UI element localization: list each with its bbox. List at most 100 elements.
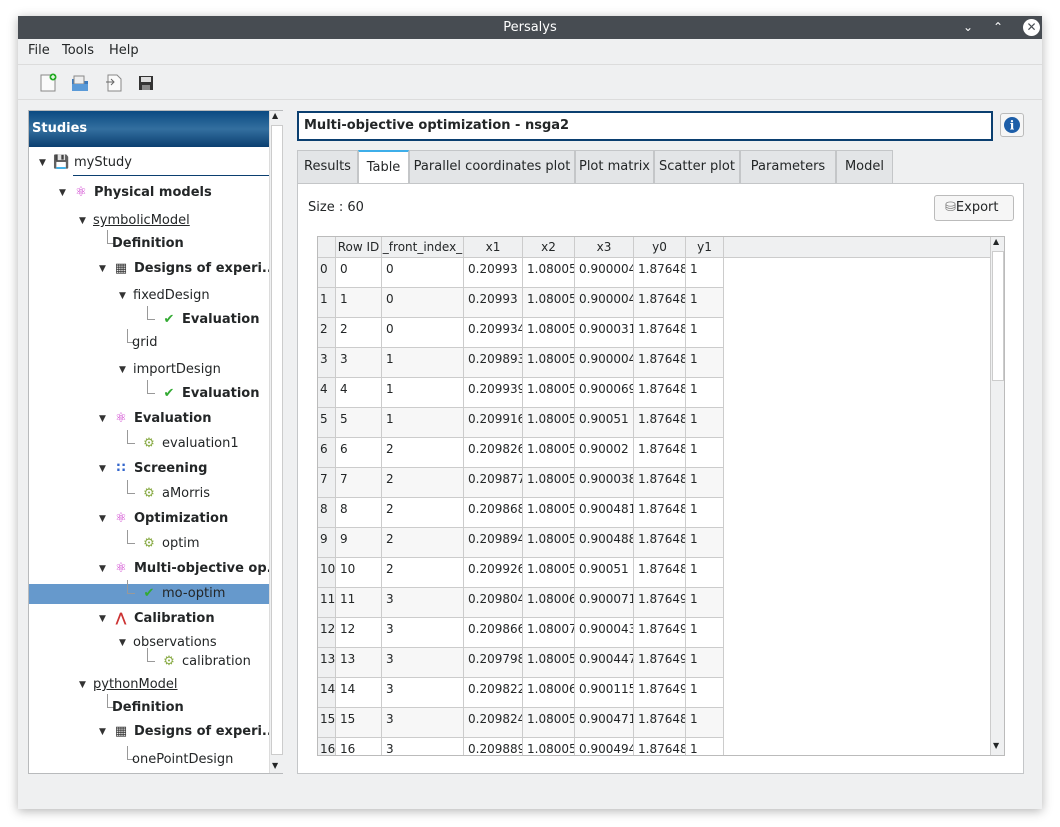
table-cell[interactable]: 0.209798: [464, 648, 523, 678]
table-cell[interactable]: 0.900038: [575, 468, 634, 498]
tree-item[interactable]: ▼ 💾 myStudy: [29, 153, 269, 173]
row-index[interactable]: 8: [318, 498, 336, 528]
table-cell[interactable]: 1: [686, 558, 724, 588]
row-index[interactable]: 3: [318, 348, 336, 378]
table-cell[interactable]: 0.209926: [464, 558, 523, 588]
tree-item[interactable]: ▼ ⚛ Multi-objective op...: [29, 559, 281, 579]
expand-arrow-icon[interactable]: ▼: [119, 286, 126, 306]
tree-item[interactable]: ▼ ∷ Screening: [29, 459, 269, 479]
table-cell[interactable]: 1.87648: [634, 438, 686, 468]
table-cell[interactable]: 3: [382, 738, 464, 755]
table-cell[interactable]: 0.90051: [575, 408, 634, 438]
table-cell[interactable]: 2: [382, 468, 464, 498]
table-cell[interactable]: 0.900071: [575, 588, 634, 618]
table-cell[interactable]: 1.87648: [634, 288, 686, 318]
column-header[interactable]: x3: [575, 237, 634, 258]
table-cell[interactable]: 1: [382, 348, 464, 378]
table-cell[interactable]: 2: [382, 498, 464, 528]
table-cell[interactable]: 0.900043: [575, 618, 634, 648]
table-cell[interactable]: 1.08005: [523, 408, 575, 438]
table-cell[interactable]: 2: [382, 528, 464, 558]
row-index[interactable]: 11: [318, 588, 336, 618]
export-button[interactable]: ⛁Export: [934, 195, 1014, 221]
table-cell[interactable]: 3: [382, 648, 464, 678]
close-button[interactable]: ✕: [1023, 19, 1040, 36]
table-cell[interactable]: 0.900481: [575, 498, 634, 528]
tree-item[interactable]: ▼ ▦ Designs of experi...: [29, 259, 277, 279]
table-cell[interactable]: 1.08005: [523, 648, 575, 678]
table-cell[interactable]: 0.90051: [575, 558, 634, 588]
row-index[interactable]: 2: [318, 318, 336, 348]
table-cell[interactable]: 0: [382, 288, 464, 318]
tree-item[interactable]: Definition: [29, 694, 269, 718]
table-cell[interactable]: 1.87648: [634, 708, 686, 738]
table-cell[interactable]: 0.900471: [575, 708, 634, 738]
table-cell[interactable]: 7: [336, 468, 382, 498]
table-cell[interactable]: 3: [382, 618, 464, 648]
scroll-down-arrow-icon[interactable]: ▼: [993, 741, 999, 750]
table-cell[interactable]: 0: [382, 318, 464, 348]
table-cell[interactable]: 0.900115: [575, 678, 634, 708]
table-cell[interactable]: 1.87649: [634, 618, 686, 648]
table-cell[interactable]: 1.87648: [634, 348, 686, 378]
table-cell[interactable]: 8: [336, 498, 382, 528]
table-cell[interactable]: 1.08005: [523, 438, 575, 468]
table-cell[interactable]: 3: [382, 708, 464, 738]
tree-item[interactable]: grid: [29, 329, 269, 353]
table-cell[interactable]: 1.87648: [634, 468, 686, 498]
maximize-button[interactable]: ⌃: [988, 16, 1008, 39]
table-cell[interactable]: 1.87648: [634, 738, 686, 755]
table-cell[interactable]: 1.08006: [523, 588, 575, 618]
table-cell[interactable]: 0.900004: [575, 288, 634, 318]
table-cell[interactable]: 1.08005: [523, 258, 575, 288]
table-cell[interactable]: 0.20993: [464, 288, 523, 318]
scroll-up-arrow-icon[interactable]: ▲: [272, 111, 278, 120]
tree-item[interactable]: onePointDesign: [29, 746, 269, 770]
table-cell[interactable]: 10: [336, 558, 382, 588]
table-cell[interactable]: 1.08005: [523, 468, 575, 498]
table-cell[interactable]: 0.900031: [575, 318, 634, 348]
column-header[interactable]: y0: [634, 237, 686, 258]
tab-parameters[interactable]: Parameters: [740, 150, 836, 184]
expand-arrow-icon[interactable]: ▼: [99, 609, 106, 629]
table-cell[interactable]: 0.209866: [464, 618, 523, 648]
table-cell[interactable]: 1.87648: [634, 408, 686, 438]
table-cell[interactable]: 1.87649: [634, 648, 686, 678]
expand-arrow-icon[interactable]: ▼: [79, 211, 86, 231]
table-cell[interactable]: 1.87648: [634, 318, 686, 348]
table-cell[interactable]: 5: [336, 408, 382, 438]
minimize-button[interactable]: ⌄: [958, 16, 978, 39]
expand-arrow-icon[interactable]: ▼: [99, 259, 106, 279]
table-cell[interactable]: 1.87649: [634, 588, 686, 618]
table-cell[interactable]: 1.08005: [523, 528, 575, 558]
table-cell[interactable]: 0.209916: [464, 408, 523, 438]
table-cell[interactable]: 1: [382, 378, 464, 408]
tree-item[interactable]: ✔ mo-optim: [29, 580, 269, 604]
expand-arrow-icon[interactable]: ▼: [119, 360, 126, 380]
tree-item[interactable]: ✔ Evaluation: [29, 380, 269, 404]
table-cell[interactable]: 0: [382, 258, 464, 288]
expand-arrow-icon[interactable]: ▼: [99, 722, 106, 742]
table-cell[interactable]: 0.209889: [464, 738, 523, 755]
table-cell[interactable]: 6: [336, 438, 382, 468]
results-table[interactable]: Row ID _front_index_ x1 x2 x3 y0 y1 0 0 0 0.20993 1…: [317, 236, 1005, 756]
row-index[interactable]: 14: [318, 678, 336, 708]
expand-arrow-icon[interactable]: ▼: [99, 409, 106, 429]
table-scrollbar[interactable]: ▲ ▼: [990, 237, 1004, 755]
new-study-icon[interactable]: [38, 73, 58, 93]
table-cell[interactable]: 1: [686, 588, 724, 618]
expand-arrow-icon[interactable]: ▼: [99, 559, 106, 579]
tab-scatter-plot[interactable]: Scatter plot: [654, 150, 740, 184]
tree-item[interactable]: ▼ ⚛ Optimization: [29, 509, 269, 529]
table-cell[interactable]: 1.87648: [634, 258, 686, 288]
table-cell[interactable]: 3: [336, 348, 382, 378]
column-header[interactable]: y1: [686, 237, 724, 258]
tab-table[interactable]: Table: [358, 150, 409, 185]
table-cell[interactable]: 0.209877: [464, 468, 523, 498]
table-cell[interactable]: 0.900494: [575, 738, 634, 755]
menu-tools[interactable]: Tools: [62, 43, 94, 58]
row-index[interactable]: 12: [318, 618, 336, 648]
table-scroll-thumb[interactable]: [992, 251, 1004, 381]
table-cell[interactable]: 1: [686, 408, 724, 438]
tree-item[interactable]: ⚙ evaluation1: [29, 430, 269, 454]
